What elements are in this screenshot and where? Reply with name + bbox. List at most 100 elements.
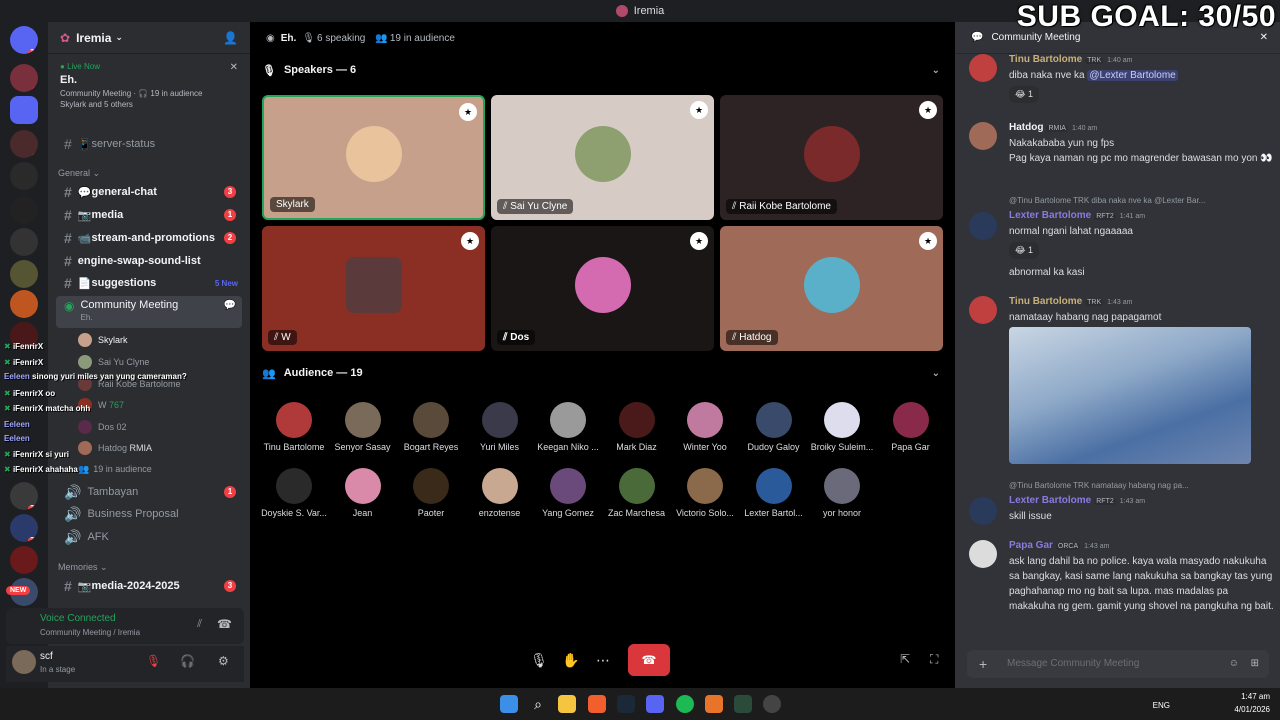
chat-icon[interactable]: 💬 bbox=[224, 300, 236, 311]
moderator-icon: ★ bbox=[459, 103, 477, 121]
audience-member-name: Jean bbox=[352, 508, 373, 518]
system-tray[interactable]: ENG 1:47 am 4/01/2026 bbox=[1153, 690, 1270, 716]
avatar bbox=[892, 402, 929, 438]
channel-tambayan[interactable]: 🔊 Tambayan 1 bbox=[56, 482, 242, 502]
audience-member[interactable]: Dudoy Galoy bbox=[740, 402, 808, 452]
server-icon[interactable]: 1 bbox=[10, 64, 38, 92]
reaction[interactable]: 😂 1 bbox=[1009, 86, 1040, 103]
add-attachment-icon[interactable]: + bbox=[979, 650, 987, 678]
channel-general-chat[interactable]: # 💬 general-chat 3 bbox=[56, 182, 242, 202]
audience-member[interactable]: Zac Marchesa bbox=[603, 468, 671, 518]
file-explorer-icon[interactable] bbox=[558, 695, 576, 713]
speaker-tile[interactable]: ⫽ Dos ★ bbox=[491, 226, 714, 351]
search-icon[interactable]: ⌕ bbox=[529, 695, 547, 713]
raise-hand-icon[interactable]: ✋ bbox=[556, 644, 586, 676]
server-icon[interactable] bbox=[10, 260, 38, 288]
stage-header: ◉ Eh. 🎙 6 speaking 👥 19 in audience bbox=[250, 22, 955, 54]
category-memories[interactable]: Memories ⌄ bbox=[58, 562, 108, 573]
audience-member[interactable]: Yang Gomez bbox=[534, 468, 602, 518]
audience-member[interactable]: Jean bbox=[329, 468, 397, 518]
audience-member-name: Broiky Suleim... bbox=[810, 442, 874, 452]
emoji-icon[interactable]: ☺ bbox=[1229, 650, 1239, 678]
voice-connected-sub[interactable]: Community Meeting / Iremia bbox=[40, 628, 140, 637]
start-icon[interactable] bbox=[500, 695, 518, 713]
leave-stage-button[interactable]: ☎ bbox=[628, 644, 670, 676]
noise-suppression-icon[interactable]: ⫽ bbox=[197, 618, 202, 631]
audience-member[interactable]: yor honor bbox=[808, 468, 876, 518]
brave-browser-icon[interactable] bbox=[588, 695, 606, 713]
server-icon[interactable] bbox=[10, 196, 38, 224]
audience-member[interactable]: Lexter Bartol... bbox=[740, 468, 808, 518]
server-icon[interactable]: 34 bbox=[10, 514, 38, 542]
audience-member[interactable]: enzotense bbox=[466, 468, 534, 518]
speaker-tile[interactable]: ⫽ W ★ bbox=[262, 226, 485, 351]
settings-gear-icon[interactable]: ⚙ bbox=[218, 654, 229, 668]
app-icon[interactable] bbox=[763, 695, 781, 713]
avatar bbox=[344, 468, 381, 504]
audience-member[interactable]: Mark Diaz bbox=[603, 402, 671, 452]
discord-icon[interactable] bbox=[646, 695, 664, 713]
disconnect-icon[interactable]: ☎ bbox=[217, 617, 232, 631]
server-icon[interactable]: 38 bbox=[10, 482, 38, 510]
speaker-tile[interactable]: ⫽ Raii Kobe Bartolome ★ bbox=[720, 95, 943, 220]
avatar bbox=[618, 468, 655, 504]
mic-off-icon[interactable]: 🎙 bbox=[524, 644, 554, 676]
avatar[interactable] bbox=[12, 650, 36, 674]
server-icon[interactable] bbox=[10, 546, 38, 574]
audience-member[interactable]: Victorio Solo... bbox=[671, 468, 739, 518]
channel-media-2024-2025[interactable]: # 📷 media-2024-2025 3 bbox=[56, 576, 242, 596]
steam-icon[interactable] bbox=[617, 695, 635, 713]
more-options-icon[interactable]: ⋯ bbox=[588, 644, 618, 676]
moderator-icon: ★ bbox=[919, 232, 937, 250]
server-icon[interactable]: 1 bbox=[10, 130, 38, 158]
speaker-tile[interactable]: Skylark ★ bbox=[262, 95, 485, 220]
audience-section-header[interactable]: 👥 Audience — 19 ⌄ bbox=[262, 363, 952, 383]
server-folder-icon[interactable] bbox=[10, 96, 38, 124]
audience-member[interactable]: Bogart Reyes bbox=[397, 402, 465, 452]
audience-member[interactable]: Winter Yoo bbox=[671, 402, 739, 452]
audience-member[interactable]: Papa Gar bbox=[877, 402, 945, 452]
channel-community-meeting[interactable]: ◉ Community Meeting Eh. 💬 bbox=[56, 296, 242, 328]
popout-icon[interactable]: ⇱ bbox=[900, 652, 910, 666]
server-icon[interactable] bbox=[10, 162, 38, 190]
channel-suggestions[interactable]: # 📄 suggestions 5 New bbox=[56, 273, 242, 293]
speaker-tile[interactable]: ⫽ Sai Yu Clyne ★ bbox=[491, 95, 714, 220]
channel-engine-swap-sound-list[interactable]: # engine-swap-sound-list bbox=[56, 251, 242, 271]
discord-home-icon[interactable]: 34 bbox=[10, 26, 38, 54]
spotify-icon[interactable] bbox=[676, 695, 694, 713]
audience-member[interactable]: Tinu Bartolome bbox=[260, 402, 328, 452]
channel-media[interactable]: # 📷 media 1 bbox=[56, 205, 242, 225]
message-input[interactable]: + Message Community Meeting ☺ ⊞ bbox=[967, 650, 1269, 678]
category-general[interactable]: General ⌄ bbox=[58, 168, 100, 179]
mute-icon[interactable]: 🎙 bbox=[146, 654, 161, 668]
server-icon[interactable] bbox=[10, 290, 38, 318]
audience-member[interactable]: Broiky Suleim... bbox=[808, 402, 876, 452]
server-name: Iremia bbox=[76, 30, 112, 45]
close-icon[interactable]: ✕ bbox=[230, 62, 238, 73]
audience-member[interactable]: Doyskie S. Var... bbox=[260, 468, 328, 518]
channel-server-status[interactable]: # 📱 server-status bbox=[56, 134, 242, 154]
chat-bubble-icon: 💬 bbox=[971, 32, 984, 43]
channel-stream-and-promotions[interactable]: # 📹 stream-and-promotions 2 bbox=[56, 228, 242, 248]
speaker-tile[interactable]: ⫽ Hatdog ★ bbox=[720, 226, 943, 351]
app-icon[interactable] bbox=[734, 695, 752, 713]
channel-afk[interactable]: 🔊 AFK bbox=[56, 527, 242, 547]
reaction[interactable]: 😂 1 bbox=[1009, 242, 1040, 259]
audience-member[interactable]: Keegan Niko ... bbox=[534, 402, 602, 452]
audience-member[interactable]: Paoter bbox=[397, 468, 465, 518]
apps-icon[interactable]: ⊞ bbox=[1251, 650, 1259, 678]
speakers-section-header[interactable]: 🎙 Speakers — 6 ⌄ bbox=[262, 60, 952, 80]
live-stage-card[interactable]: ● Live Now ✕ Eh. Community Meeting · 🎧 19… bbox=[54, 58, 244, 113]
channel-business-proposal[interactable]: 🔊 Business Proposal bbox=[56, 504, 242, 524]
server-icon[interactable] bbox=[10, 228, 38, 256]
live-stage-sub: Community Meeting · 🎧 19 in audience bbox=[60, 89, 203, 98]
screenshot-attachment[interactable] bbox=[1009, 327, 1251, 464]
audience-member-name: Paoter bbox=[417, 508, 445, 518]
add-member-icon[interactable]: 👤 bbox=[223, 31, 238, 45]
fullscreen-icon[interactable]: ⛶ bbox=[930, 652, 938, 667]
headset-icon[interactable]: 🎧 bbox=[180, 654, 195, 668]
audience-member[interactable]: Senyor Sasay bbox=[329, 402, 397, 452]
server-header[interactable]: ✿ Iremia ⌄ 👤 bbox=[48, 22, 250, 54]
app-icon[interactable] bbox=[705, 695, 723, 713]
audience-member[interactable]: Yuri Miles bbox=[466, 402, 534, 452]
